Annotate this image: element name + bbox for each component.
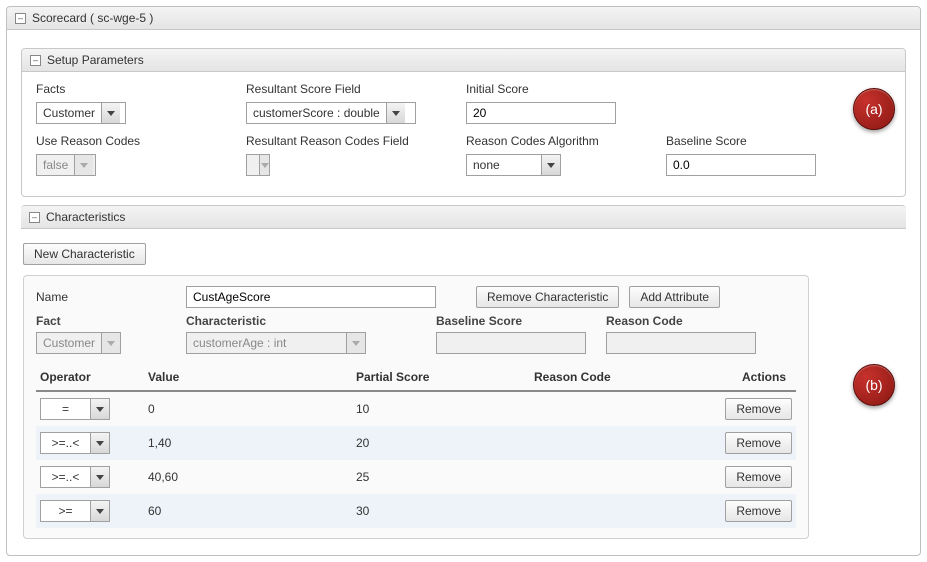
chevron-down-icon xyxy=(101,103,120,123)
setup-title: Setup Parameters xyxy=(47,53,144,67)
initial-score-label: Initial Score xyxy=(466,82,646,96)
collapse-icon[interactable]: – xyxy=(15,13,26,24)
char-char-select: customerAge : int xyxy=(186,332,366,354)
operator-value: >=..< xyxy=(41,433,90,453)
remove-row-button[interactable]: Remove xyxy=(725,466,792,488)
col-actions: Actions xyxy=(692,364,796,391)
remove-characteristic-button[interactable]: Remove Characteristic xyxy=(476,286,619,308)
char-baseline-label: Baseline Score xyxy=(436,314,606,328)
scorecard-header: – Scorecard ( sc-wge-5 ) xyxy=(7,7,920,30)
operator-value: = xyxy=(41,399,90,419)
char-name-label: Name xyxy=(36,290,186,304)
char-char-value: customerAge : int xyxy=(187,333,346,353)
reason-algo-label: Reason Codes Algorithm xyxy=(466,134,646,148)
char-reason-input xyxy=(606,332,756,354)
char-name-input[interactable] xyxy=(186,286,436,308)
initial-score-input[interactable] xyxy=(466,102,616,124)
resultant-score-select[interactable]: customerScore : double xyxy=(246,102,416,124)
scorecard-title: Scorecard ( sc-wge-5 ) xyxy=(32,11,153,25)
callout-b: (b) xyxy=(853,364,895,406)
characteristics-title: Characteristics xyxy=(46,210,125,224)
char-reason-label: Reason Code xyxy=(606,314,766,328)
col-partial: Partial Score xyxy=(352,364,530,391)
reason-algo-value: none xyxy=(467,155,541,175)
scorecard-panel: – Scorecard ( sc-wge-5 ) – Setup Paramet… xyxy=(6,6,921,556)
baseline-label: Baseline Score xyxy=(666,134,826,148)
reason-cell xyxy=(530,460,692,494)
reason-cell xyxy=(530,391,692,426)
remove-row-button[interactable]: Remove xyxy=(725,432,792,454)
chevron-down-icon xyxy=(541,155,560,175)
characteristic-block: Name Remove Characteristic Add Attribute… xyxy=(23,275,809,539)
value-cell: 1,40 xyxy=(144,426,352,460)
value-cell: 0 xyxy=(144,391,352,426)
resultant-reason-select xyxy=(246,154,270,176)
table-row: = 010 Remove xyxy=(36,391,796,426)
chevron-down-icon xyxy=(90,467,109,487)
partial-cell: 10 xyxy=(352,391,530,426)
chevron-down-icon xyxy=(90,399,109,419)
col-value: Value xyxy=(144,364,352,391)
remove-row-button[interactable]: Remove xyxy=(725,500,792,522)
partial-cell: 20 xyxy=(352,426,530,460)
operator-select[interactable]: = xyxy=(40,398,110,420)
chevron-down-icon xyxy=(74,155,93,175)
resultant-score-label: Resultant Score Field xyxy=(246,82,446,96)
table-row: >=..< 40,6025 Remove xyxy=(36,460,796,494)
add-attribute-button[interactable]: Add Attribute xyxy=(629,286,720,308)
chevron-down-icon xyxy=(386,103,405,123)
collapse-icon[interactable]: – xyxy=(29,212,40,223)
value-cell: 60 xyxy=(144,494,352,528)
value-cell: 40,60 xyxy=(144,460,352,494)
use-reason-codes-label: Use Reason Codes xyxy=(36,134,226,148)
operator-value: >=..< xyxy=(41,467,90,487)
resultant-reason-label: Resultant Reason Codes Field xyxy=(246,134,446,148)
use-reason-codes-value: false xyxy=(37,155,74,175)
resultant-reason-value xyxy=(247,155,259,175)
facts-value: Customer xyxy=(37,103,101,123)
facts-select[interactable]: Customer xyxy=(36,102,126,124)
col-operator: Operator xyxy=(36,364,144,391)
reason-cell xyxy=(530,494,692,528)
setup-header: – Setup Parameters xyxy=(22,49,905,72)
collapse-icon[interactable]: – xyxy=(30,55,41,66)
chevron-down-icon xyxy=(346,333,365,353)
chevron-down-icon xyxy=(90,433,109,453)
chevron-down-icon xyxy=(101,333,120,353)
chevron-down-icon xyxy=(90,501,109,521)
col-reason: Reason Code xyxy=(530,364,692,391)
operator-select[interactable]: >=..< xyxy=(40,466,110,488)
operator-value: >= xyxy=(41,501,90,521)
char-fact-value: Customer xyxy=(37,333,101,353)
char-fact-select: Customer xyxy=(36,332,121,354)
table-row: >=..< 1,4020 Remove xyxy=(36,426,796,460)
setup-panel: – Setup Parameters Facts Customer xyxy=(21,48,906,197)
char-baseline-input xyxy=(436,332,586,354)
reason-cell xyxy=(530,426,692,460)
resultant-score-value: customerScore : double xyxy=(247,103,386,123)
callout-a: (a) xyxy=(853,88,895,130)
remove-row-button[interactable]: Remove xyxy=(725,398,792,420)
attributes-table: Operator Value Partial Score Reason Code… xyxy=(36,364,796,528)
partial-cell: 30 xyxy=(352,494,530,528)
operator-select[interactable]: >=..< xyxy=(40,432,110,454)
baseline-input[interactable] xyxy=(666,154,816,176)
operator-select[interactable]: >= xyxy=(40,500,110,522)
table-row: >= 6030 Remove xyxy=(36,494,796,528)
chevron-down-icon xyxy=(259,155,269,175)
new-characteristic-button[interactable]: New Characteristic xyxy=(23,243,146,265)
characteristics-panel: – Characteristics xyxy=(21,205,906,229)
characteristics-header: – Characteristics xyxy=(21,206,906,229)
partial-cell: 25 xyxy=(352,460,530,494)
char-char-label: Characteristic xyxy=(186,314,436,328)
facts-label: Facts xyxy=(36,82,226,96)
use-reason-codes-select: false xyxy=(36,154,96,176)
char-fact-label: Fact xyxy=(36,314,186,328)
reason-algo-select[interactable]: none xyxy=(466,154,561,176)
